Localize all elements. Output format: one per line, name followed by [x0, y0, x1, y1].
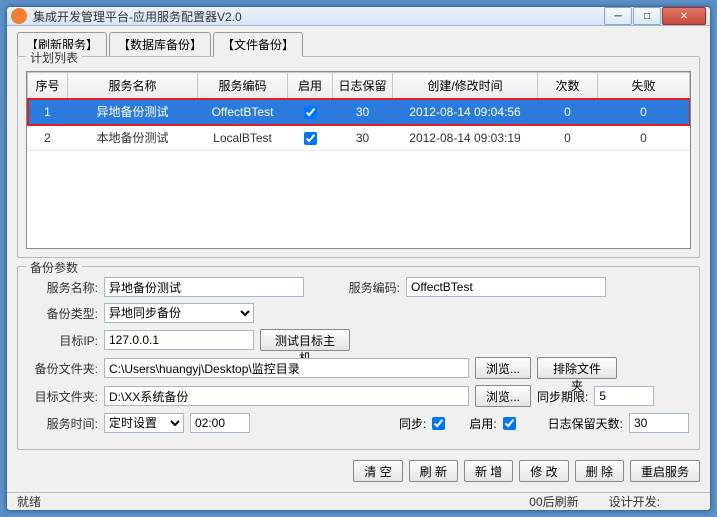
cell-count: 0 — [538, 99, 598, 125]
main-window: 集成开发管理平台-应用服务配置器V2.0 ─ □ ✕ 【刷新服务】 【数据库备份… — [6, 6, 711, 511]
refresh-button[interactable]: 刷 新 — [409, 460, 458, 482]
src-label: 备份文件夹: — [28, 360, 98, 377]
params-title: 备份参数 — [26, 259, 82, 276]
sync-limit-label: 同步期限: — [537, 388, 588, 405]
name-label: 服务名称: — [28, 279, 98, 296]
backup-folder-input[interactable] — [104, 358, 469, 378]
time-value-input[interactable] — [190, 413, 250, 433]
cell-code: OffectBTest — [198, 99, 288, 125]
col-count[interactable]: 次数 — [538, 73, 598, 99]
tab-db-backup[interactable]: 【数据库备份】 — [109, 32, 211, 56]
cell-seq: 2 — [28, 125, 68, 151]
maximize-button[interactable]: □ — [633, 7, 661, 25]
close-button[interactable]: ✕ — [662, 7, 706, 25]
col-fail[interactable]: 失败 — [598, 73, 690, 99]
cell-name: 异地备份测试 — [68, 99, 198, 125]
cell-seq: 1 — [28, 99, 68, 125]
content-area: 【刷新服务】 【数据库备份】 【文件备份】 计划列表 序号 服务名称 服务编码 … — [7, 26, 710, 492]
col-enable[interactable]: 启用 — [288, 73, 333, 99]
backup-type-select[interactable]: 异地同步备份 — [104, 303, 254, 323]
col-name[interactable]: 服务名称 — [68, 73, 198, 99]
target-folder-input[interactable] — [104, 386, 469, 406]
cell-enable — [288, 99, 333, 125]
plan-list-title: 计划列表 — [26, 49, 82, 66]
delete-button[interactable]: 删 除 — [575, 460, 624, 482]
log-days-input[interactable] — [629, 413, 689, 433]
code-label: 服务编码: — [310, 279, 400, 296]
col-log[interactable]: 日志保留 — [333, 73, 393, 99]
app-icon — [11, 8, 27, 24]
time-mode-select[interactable]: 定时设置 — [104, 413, 184, 433]
service-name-input[interactable] — [104, 277, 304, 297]
plan-list-group: 计划列表 序号 服务名称 服务编码 启用 日志保留 创建/修改时间 次数 失败 — [17, 56, 700, 258]
cell-time: 2012-08-14 09:03:19 — [393, 125, 538, 151]
ip-label: 目标IP: — [28, 332, 98, 349]
titlebar: 集成开发管理平台-应用服务配置器V2.0 ─ □ ✕ — [7, 7, 710, 26]
action-buttons: 清 空 刷 新 新 增 修 改 删 除 重启服务 — [17, 456, 700, 486]
enable-label: 启用: — [469, 415, 496, 432]
plan-table: 序号 服务名称 服务编码 启用 日志保留 创建/修改时间 次数 失败 1 — [27, 72, 690, 151]
log-days-label: 日志保留天数: — [548, 415, 623, 432]
cell-code: LocalBTest — [198, 125, 288, 151]
cell-count: 0 — [538, 125, 598, 151]
target-ip-input[interactable] — [104, 330, 254, 350]
tab-file-backup[interactable]: 【文件备份】 — [213, 32, 303, 57]
col-seq[interactable]: 序号 — [28, 73, 68, 99]
status-ready: 就绪 — [17, 493, 41, 510]
sync-label: 同步: — [399, 415, 426, 432]
sync-checkbox[interactable] — [432, 417, 445, 430]
cell-fail: 0 — [598, 125, 690, 151]
edit-button[interactable]: 修 改 — [519, 460, 568, 482]
cell-log: 30 — [333, 99, 393, 125]
enable-checkbox[interactable] — [304, 106, 317, 119]
backup-params-group: 备份参数 服务名称: 服务编码: 备份类型: 异地同步备份 目标IP: 测试目标… — [17, 266, 700, 450]
status-refresh: 00后刷新 — [529, 493, 578, 510]
status-dev: 设计开发: — [609, 493, 660, 510]
type-label: 备份类型: — [28, 305, 98, 322]
time-label: 服务时间: — [28, 415, 98, 432]
exclude-folder-button[interactable]: 排除文件夹 — [537, 357, 617, 379]
minimize-button[interactable]: ─ — [604, 7, 632, 25]
cell-time: 2012-08-14 09:04:56 — [393, 99, 538, 125]
status-bar: 就绪 00后刷新 设计开发: — [7, 492, 710, 510]
browse-dst-button[interactable]: 浏览... — [475, 385, 531, 407]
add-button[interactable]: 新 增 — [464, 460, 513, 482]
cell-fail: 0 — [598, 99, 690, 125]
browse-src-button[interactable]: 浏览... — [475, 357, 531, 379]
cell-log: 30 — [333, 125, 393, 151]
plan-table-wrap: 序号 服务名称 服务编码 启用 日志保留 创建/修改时间 次数 失败 1 — [26, 71, 691, 249]
table-row[interactable]: 2 本地备份测试 LocalBTest 30 2012-08-14 09:03:… — [28, 125, 690, 151]
col-code[interactable]: 服务编码 — [198, 73, 288, 99]
window-controls: ─ □ ✕ — [604, 7, 706, 25]
sync-limit-input[interactable] — [594, 386, 654, 406]
service-code-input[interactable] — [406, 277, 606, 297]
tab-bar: 【刷新服务】 【数据库备份】 【文件备份】 — [17, 32, 700, 56]
enable-checkbox[interactable] — [304, 132, 317, 145]
cell-name: 本地备份测试 — [68, 125, 198, 151]
table-row[interactable]: 1 异地备份测试 OffectBTest 30 2012-08-14 09:04… — [28, 99, 690, 125]
test-host-button[interactable]: 测试目标主机 — [260, 329, 350, 351]
enable-checkbox[interactable] — [503, 417, 516, 430]
restart-service-button[interactable]: 重启服务 — [630, 460, 700, 482]
clear-button[interactable]: 清 空 — [353, 460, 402, 482]
dst-label: 目标文件夹: — [28, 388, 98, 405]
window-title: 集成开发管理平台-应用服务配置器V2.0 — [33, 8, 604, 25]
col-time[interactable]: 创建/修改时间 — [393, 73, 538, 99]
cell-enable — [288, 125, 333, 151]
